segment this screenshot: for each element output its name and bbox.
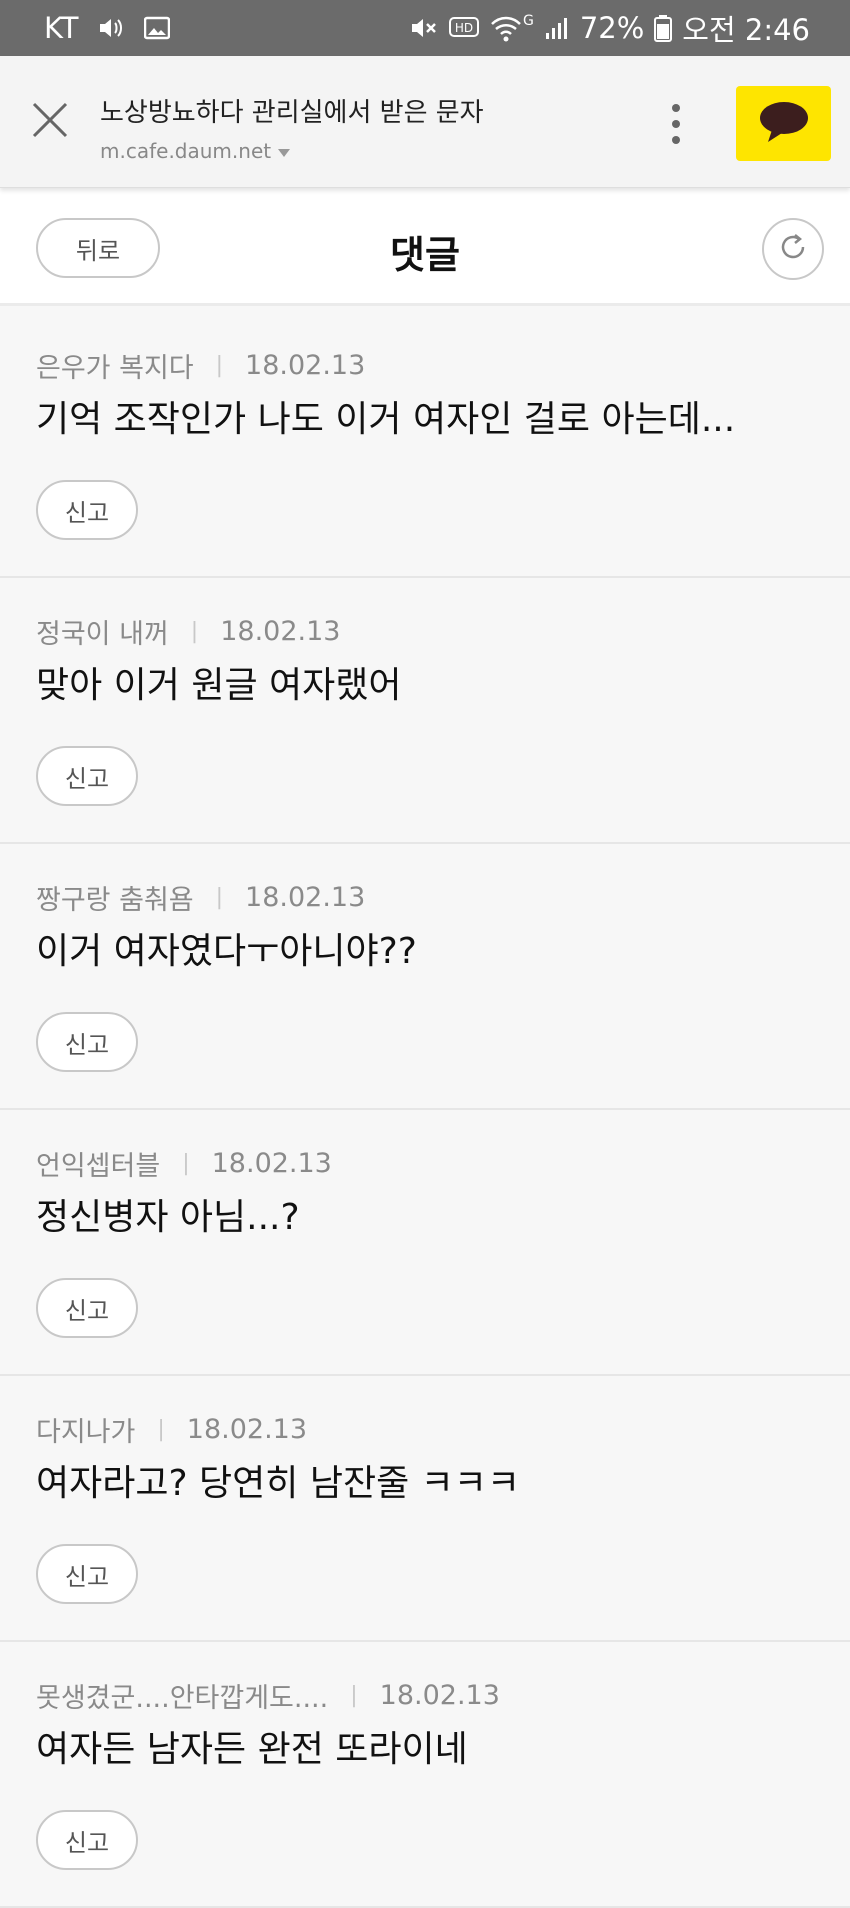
report-button[interactable]: 신고 bbox=[36, 480, 138, 540]
browser-toolbar: 노상방뇨하다 관리실에서 받은 문자 m.cafe.daum.net bbox=[0, 56, 850, 188]
signal-icon bbox=[544, 15, 570, 41]
comment-meta: 은우가 복지다 | 18.02.13 bbox=[36, 346, 365, 385]
meta-divider: | bbox=[157, 1417, 165, 1442]
volume-icon bbox=[98, 16, 124, 40]
comment-meta: 다지나가 | 18.02.13 bbox=[36, 1410, 307, 1449]
comment-list: 은우가 복지다 | 18.02.13 기억 조작인가 나도 이거 여자인 걸로 … bbox=[0, 312, 850, 1908]
hd-icon: HD bbox=[448, 15, 479, 41]
report-button[interactable]: 신고 bbox=[36, 1810, 138, 1870]
meta-divider: | bbox=[215, 885, 224, 910]
comment-text: 기억 조작인가 나도 이거 여자인 걸로 아는데... bbox=[36, 399, 736, 440]
header-title: 댓글 bbox=[390, 233, 460, 277]
comment-text: 정신병자 아님...? bbox=[36, 1197, 300, 1238]
comment-meta: 언익셉터블 | 18.02.13 bbox=[36, 1144, 332, 1183]
comment-date: 18.02.13 bbox=[211, 1148, 332, 1179]
mute-icon bbox=[409, 14, 439, 42]
url-text: m.cafe.daum.net bbox=[100, 139, 272, 163]
comment-date: 18.02.13 bbox=[245, 350, 366, 381]
comment-author[interactable]: 못생겼군....안타깝게도.... bbox=[36, 1676, 328, 1715]
report-button[interactable]: 신고 bbox=[36, 1278, 138, 1338]
refresh-icon bbox=[777, 231, 809, 267]
battery-icon bbox=[654, 14, 673, 42]
comment-item: 짱구랑 춤춰욤 | 18.02.13 이거 여자였다ㅜ아니야?? 신고 bbox=[0, 844, 850, 1110]
comment-date: 18.02.13 bbox=[186, 1414, 308, 1445]
image-icon bbox=[144, 16, 171, 40]
comment-text: 이거 여자였다ㅜ아니야?? bbox=[36, 931, 417, 972]
page-url[interactable]: m.cafe.daum.net bbox=[100, 139, 484, 163]
comment-item: 은우가 복지다 | 18.02.13 기억 조작인가 나도 이거 여자인 걸로 … bbox=[0, 312, 850, 578]
refresh-button[interactable] bbox=[762, 218, 824, 280]
report-button[interactable]: 신고 bbox=[36, 1544, 138, 1604]
clock: 오전 2:46 bbox=[682, 13, 810, 47]
comments-header: 뒤로 댓글 bbox=[0, 188, 850, 306]
comment-item: 정국이 내꺼 | 18.02.13 맞아 이거 원글 여자랬어 신고 bbox=[0, 578, 850, 844]
page-title: 노상방뇨하다 관리실에서 받은 문자 bbox=[100, 98, 484, 128]
meta-divider: | bbox=[350, 1683, 358, 1708]
comment-author[interactable]: 짱구랑 춤춰욤 bbox=[36, 878, 194, 917]
comment-meta: 정국이 내꺼 | 18.02.13 bbox=[36, 612, 340, 651]
speech-bubble-icon bbox=[758, 100, 810, 148]
kakaotalk-button[interactable] bbox=[736, 86, 831, 161]
comment-date: 18.02.13 bbox=[220, 616, 341, 647]
more-menu-icon[interactable] bbox=[664, 100, 688, 148]
comment-item: 못생겼군....안타깝게도.... | 18.02.13 여자든 남자든 완전 … bbox=[0, 1642, 850, 1908]
comment-author[interactable]: 다지나가 bbox=[36, 1410, 135, 1449]
comment-item: 다지나가 | 18.02.13 여자라고? 당연히 남잔줄 ㅋㅋㅋ 신고 bbox=[0, 1376, 850, 1642]
report-button[interactable]: 신고 bbox=[36, 1012, 138, 1072]
comment-text: 여자라고? 당연히 남잔줄 ㅋㅋㅋ bbox=[36, 1463, 520, 1504]
comment-date: 18.02.13 bbox=[245, 882, 366, 913]
comment-meta: 못생겼군....안타깝게도.... | 18.02.13 bbox=[36, 1676, 500, 1715]
comment-text: 여자든 남자든 완전 또라이네 bbox=[36, 1729, 468, 1770]
report-button[interactable]: 신고 bbox=[36, 746, 138, 806]
meta-divider: | bbox=[190, 619, 199, 644]
meta-divider: | bbox=[215, 353, 224, 378]
battery-percent: 72% bbox=[579, 11, 645, 45]
comment-date: 18.02.13 bbox=[379, 1680, 500, 1711]
status-bar: KT HD G 72% 오전 2:46 bbox=[0, 0, 850, 56]
meta-divider: | bbox=[182, 1151, 190, 1176]
comment-text: 맞아 이거 원글 여자랬어 bbox=[36, 665, 402, 706]
chevron-down-icon bbox=[277, 139, 291, 163]
wifi-icon bbox=[489, 13, 523, 43]
carrier-label: KT bbox=[44, 11, 79, 45]
comment-author[interactable]: 언익셉터블 bbox=[36, 1144, 160, 1183]
network-type: G bbox=[522, 13, 534, 29]
page-info[interactable]: 노상방뇨하다 관리실에서 받은 문자 m.cafe.daum.net bbox=[100, 92, 484, 163]
comment-meta: 짱구랑 춤춰욤 | 18.02.13 bbox=[36, 878, 365, 917]
comment-item: 언익셉터블 | 18.02.13 정신병자 아님...? 신고 bbox=[0, 1110, 850, 1376]
close-icon[interactable] bbox=[28, 98, 72, 142]
comment-author[interactable]: 정국이 내꺼 bbox=[36, 612, 169, 651]
svg-text:HD: HD bbox=[455, 21, 473, 35]
comment-author[interactable]: 은우가 복지다 bbox=[36, 346, 194, 385]
